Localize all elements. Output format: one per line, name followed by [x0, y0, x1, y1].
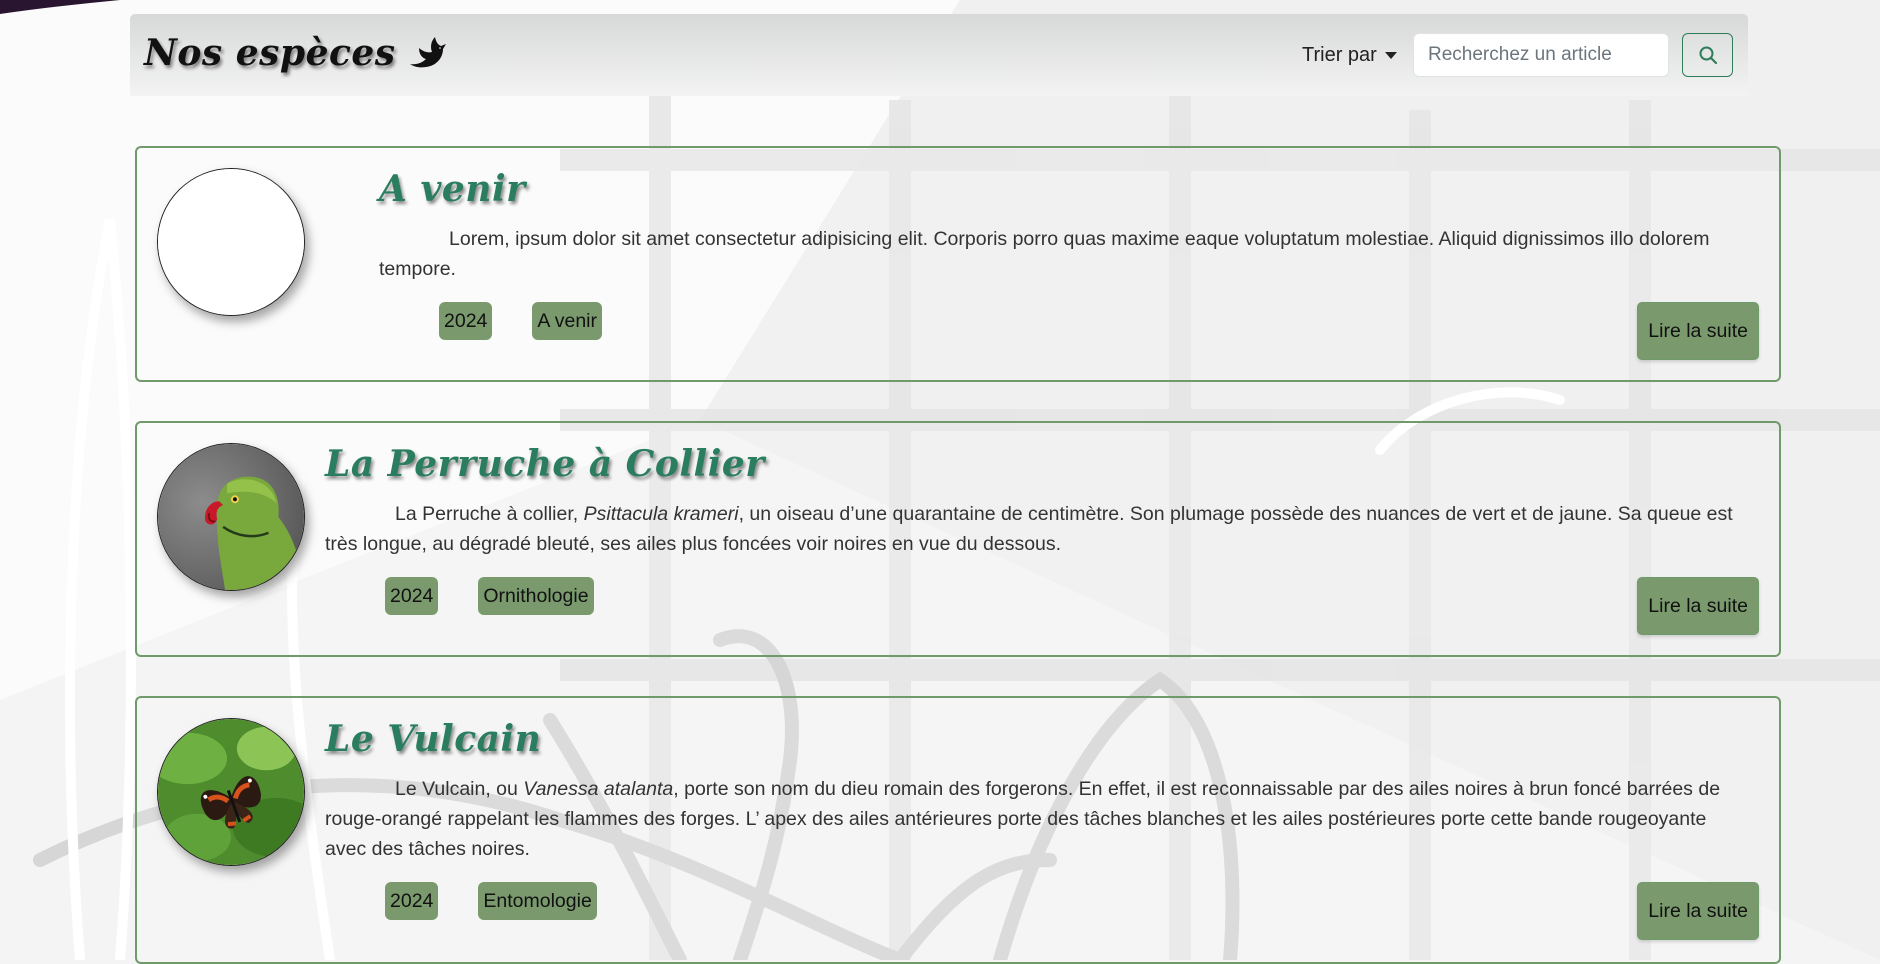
article-title[interactable]: Le Vulcain [325, 718, 541, 760]
article-card: Le Vulcain Le Vulcain, ou Vanessa atalan… [135, 696, 1781, 964]
article-card: La Perruche à Collier La Perruche à coll… [135, 421, 1781, 657]
article-image [157, 718, 305, 866]
year-badge: 2024 [439, 302, 493, 340]
year-badge: 2024 [385, 577, 439, 615]
read-more-button[interactable]: Lire la suite [1637, 302, 1759, 360]
search-input[interactable] [1413, 33, 1669, 77]
sort-label: Trier par [1302, 44, 1377, 66]
butterfly-photo [158, 719, 304, 865]
article-tags: 2024 Entomologie [385, 882, 597, 920]
category-badge: Entomologie [478, 882, 597, 920]
read-more-button[interactable]: Lire la suite [1637, 882, 1759, 940]
search-icon [1699, 46, 1717, 65]
article-excerpt: La Perruche à collier, Psittacula kramer… [325, 503, 1733, 555]
brand-title: Nos espèces [144, 32, 396, 74]
article-image [157, 168, 305, 316]
caret-down-icon [1384, 52, 1397, 59]
search-button[interactable] [1682, 33, 1733, 77]
corner-decoration [0, 0, 120, 14]
brand[interactable]: Nos espèces [144, 32, 448, 74]
sort-dropdown[interactable]: Trier par [1302, 44, 1397, 67]
article-tags: 2024 A venir [439, 302, 603, 340]
article-excerpt: Lorem, ipsum dolor sit amet consectetur … [379, 228, 1710, 280]
article-image [157, 443, 305, 591]
article-excerpt: Le Vulcain, ou Vanessa atalanta, porte s… [325, 778, 1721, 860]
article-title[interactable]: La Perruche à Collier [325, 443, 765, 485]
navbar: Nos espèces Trier par [130, 14, 1748, 96]
parakeet-photo [158, 444, 304, 590]
article-title[interactable]: A venir [379, 168, 526, 210]
dove-icon [409, 37, 446, 68]
article-card: A venir Lorem, ipsum dolor sit amet cons… [135, 146, 1781, 382]
category-badge: A venir [532, 302, 603, 340]
read-more-button[interactable]: Lire la suite [1637, 577, 1759, 635]
year-badge: 2024 [385, 882, 439, 920]
category-badge: Ornithologie [478, 577, 594, 615]
article-tags: 2024 Ornithologie [385, 577, 594, 615]
